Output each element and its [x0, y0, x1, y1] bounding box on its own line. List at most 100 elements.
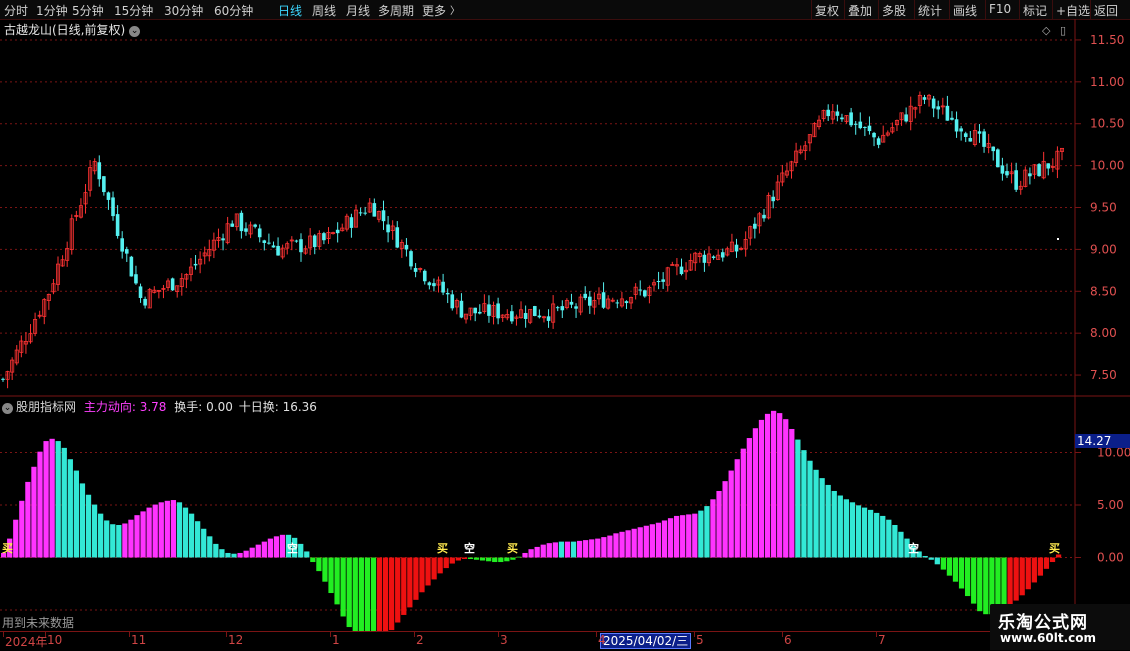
candle-down — [262, 240, 267, 243]
indicator-bar — [516, 556, 522, 558]
indicator-bar — [1037, 557, 1044, 576]
indicator-bar — [13, 519, 19, 558]
indicator-bar — [649, 524, 655, 558]
candle-down — [523, 313, 528, 319]
indicator-bar — [607, 535, 613, 558]
month-label: 6 — [784, 633, 792, 647]
indicator-bar — [643, 525, 649, 558]
indicator-bar — [358, 557, 364, 640]
indicator-bar — [128, 519, 134, 558]
candle-down — [840, 117, 844, 120]
candle-down — [959, 128, 963, 132]
candle-down — [102, 176, 106, 193]
indicator-bar — [710, 499, 716, 558]
month-label: 7 — [878, 633, 886, 647]
candle-down — [477, 311, 482, 314]
candle-down — [372, 203, 377, 217]
candle-down — [363, 212, 367, 214]
indicator-bar — [364, 557, 371, 643]
candle-down — [954, 119, 959, 132]
month-tick — [226, 631, 227, 637]
month-label: 10 — [47, 633, 63, 647]
indicator-bar — [431, 557, 437, 580]
indicator-bar — [758, 419, 765, 558]
indicator-bar — [98, 513, 104, 558]
indicator-bar — [273, 536, 280, 558]
indicator-bar — [43, 441, 49, 558]
indicator-bar — [492, 557, 498, 563]
candle-down — [129, 256, 134, 277]
indicator-bar — [922, 555, 928, 558]
indicator-bar — [407, 557, 413, 608]
candle-down — [702, 254, 707, 263]
candle-down — [445, 292, 450, 295]
candle-down — [427, 282, 432, 286]
indicator-bar — [498, 557, 504, 563]
indicator-bar — [1013, 557, 1019, 601]
indicator-bar — [686, 514, 692, 558]
month-tick — [129, 631, 130, 637]
indicator-bar — [886, 519, 892, 558]
candle-down — [546, 316, 551, 321]
indicator-bar — [201, 528, 207, 558]
candle-down — [395, 227, 400, 248]
indicator-bar — [176, 502, 183, 558]
indicator-bar — [570, 541, 577, 558]
indicator-bar — [849, 502, 856, 558]
candle-down — [349, 217, 354, 228]
indicator-header: ⌄ 股朋指标网 主力动向: 3.78 换手: 0.00 十日换: 16.36 — [2, 398, 317, 415]
indicator-dropdown-icon[interactable]: ⌄ — [2, 403, 13, 414]
candle-down — [134, 274, 138, 284]
candle-down — [230, 223, 235, 227]
indicator-bar — [928, 557, 934, 560]
indicator-bar — [898, 531, 904, 558]
price-tick-label: 11.00 — [1090, 75, 1124, 89]
indicator-bar — [1049, 557, 1056, 563]
candle-down — [904, 114, 908, 122]
indicator-bar — [31, 466, 37, 558]
candle-down — [106, 192, 111, 200]
chart-canvas[interactable]: 11.5011.0010.5010.009.509.008.508.007.50… — [0, 0, 1130, 650]
indicator-bar — [140, 511, 146, 558]
indicator-bar — [316, 557, 322, 572]
indicator-bar — [182, 507, 189, 558]
candle-down — [299, 239, 303, 253]
candle-down — [858, 121, 863, 129]
candle-down — [381, 210, 386, 222]
price-tick-label: 9.50 — [1090, 201, 1117, 215]
turnover-value: 0.00 — [206, 400, 233, 414]
indicator-bar — [376, 557, 383, 641]
indicator-bar — [722, 481, 728, 558]
candle-down — [588, 296, 592, 306]
indicator-bar — [473, 557, 480, 560]
indicator-bar — [25, 481, 31, 558]
indicator-bar — [37, 451, 43, 558]
indicator-bar — [637, 527, 643, 558]
candle-down — [404, 244, 409, 250]
month-label: 11 — [131, 633, 147, 647]
month-tick — [45, 631, 46, 637]
candle-down — [496, 303, 500, 319]
indicator-bar — [746, 438, 752, 558]
crosshair-value: 14.27 — [1075, 434, 1130, 448]
indicator-bar — [880, 515, 886, 558]
indicator-bar — [443, 557, 449, 569]
indicator-bar — [461, 557, 468, 560]
candle-down — [537, 315, 542, 318]
indicator-bar — [770, 410, 777, 558]
indicator-bar — [146, 507, 152, 558]
candle-down — [413, 268, 418, 272]
indicator-bar — [243, 550, 249, 558]
indicator-bar — [940, 557, 947, 570]
candle-down — [459, 300, 464, 318]
candle-down — [115, 214, 120, 236]
indicator-bar — [413, 557, 419, 600]
candle-down — [624, 301, 629, 304]
watermark: 乐淘公式网 www.60lt.com — [990, 604, 1130, 650]
candle-down — [450, 294, 455, 309]
indicator-bar — [486, 557, 492, 562]
indicator-name: 股朋指标网 — [16, 400, 77, 414]
indicator-bar — [231, 553, 237, 558]
future-data-note: 用到未来数据 — [2, 616, 75, 630]
price-tick-label: 10.00 — [1090, 159, 1124, 173]
